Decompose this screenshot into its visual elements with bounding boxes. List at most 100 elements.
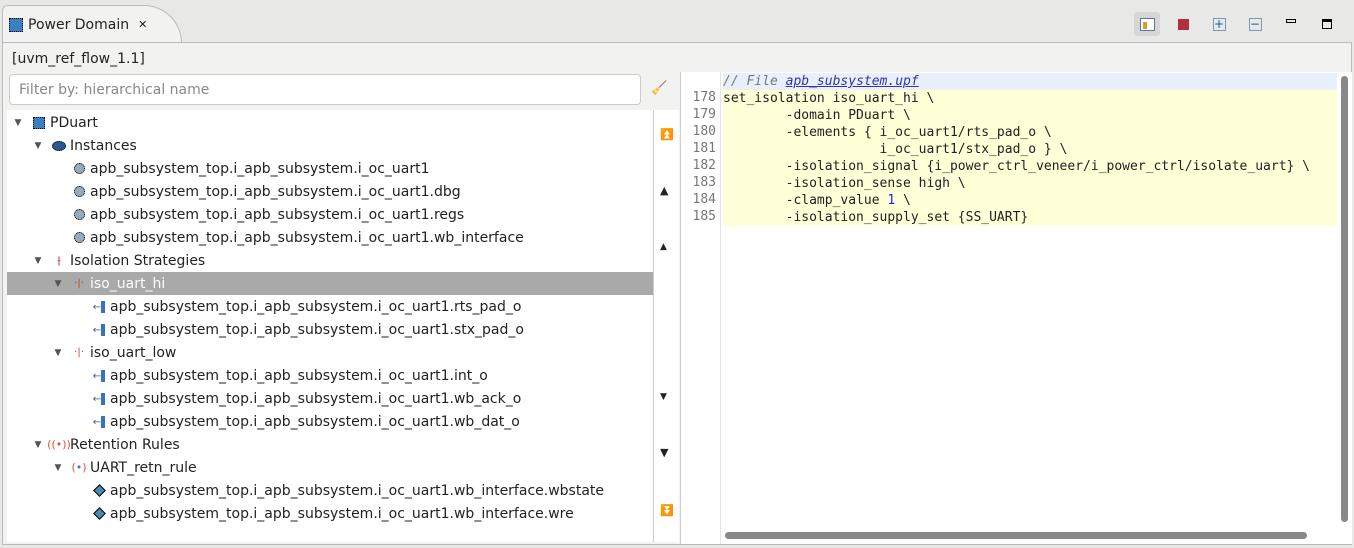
tree-item-label: apb_subsystem_top.i_apb_subsystem.i_oc_u… [110, 321, 524, 338]
instance-icon [72, 208, 86, 222]
expand-arrow-icon[interactable]: ▼ [52, 463, 64, 473]
code-text: \ [895, 193, 911, 208]
expand-all-button[interactable]: + [1206, 12, 1232, 36]
minimize-icon [1286, 19, 1296, 23]
tree-item[interactable]: apb_subsystem_top.i_apb_subsystem.i_oc_u… [7, 479, 653, 502]
tree-scroll-buttons: ⏫ ▲ ▲ ▼ ▼ ⏬ [653, 110, 679, 542]
port-icon: ← [92, 323, 106, 337]
instance-icon [72, 162, 86, 176]
tree-item[interactable]: apb_subsystem_top.i_apb_subsystem.i_oc_u… [7, 502, 653, 525]
tree-item[interactable]: ← apb_subsystem_top.i_apb_subsystem.i_oc_… [7, 364, 653, 387]
tree-item-label: iso_uart_hi [90, 275, 166, 292]
expand-arrow-icon[interactable]: ▼ [52, 279, 64, 289]
tree-item[interactable]: ← apb_subsystem_top.i_apb_subsystem.i_oc_… [7, 387, 653, 410]
tree-item-label: apb_subsystem_top.i_apb_subsystem.i_oc_u… [90, 229, 524, 246]
tree-item[interactable]: apb_subsystem_top.i_apb_subsystem.i_oc_u… [7, 180, 653, 203]
isolation-icon: ·|· [74, 278, 84, 289]
tree-item[interactable]: ▼ ·|· iso_uart_hi [7, 272, 653, 295]
tree-item[interactable]: ▼ ·|· iso_uart_low [7, 341, 653, 364]
power-domain-icon [32, 116, 46, 130]
scroll-up-icon[interactable]: ▲ [660, 242, 667, 252]
code-line: -domain PDuart \ [723, 107, 1337, 124]
tree-item-label: apb_subsystem_top.i_apb_subsystem.i_oc_u… [110, 390, 522, 407]
code-text: -clamp_value [723, 193, 888, 208]
expand-arrow-icon[interactable]: ▼ [32, 256, 44, 266]
tree-item-label: iso_uart_low [90, 344, 177, 361]
line-number: 182 [692, 158, 716, 173]
instance-icon [72, 185, 86, 199]
tree-item[interactable]: apb_subsystem_top.i_apb_subsystem.i_oc_u… [7, 203, 653, 226]
code-text: -elements { i_oc_uart1/rts_pad_o \ [723, 125, 1052, 140]
tree-item[interactable]: ▼ (•) UART_retn_rule [7, 456, 653, 479]
tab-power-domain[interactable]: Power Domain ✕ [2, 5, 182, 43]
tree-item-label: apb_subsystem_top.i_apb_subsystem.i_oc_u… [90, 183, 461, 200]
tree-item-label: Isolation Strategies [70, 252, 206, 269]
vertical-scrollbar[interactable] [1341, 76, 1348, 522]
page-up-icon[interactable]: ▲ [660, 184, 668, 197]
code-line: -isolation_sense high \ [723, 175, 1337, 192]
power-domain-tree: ▼ PDuart ▼ Instances apb_subsystem_top.i_apb… [7, 110, 653, 542]
tree-item-label: Retention Rules [70, 436, 180, 453]
show-info-button[interactable] [1134, 12, 1160, 36]
tree-item[interactable]: apb_subsystem_top.i_apb_subsystem.i_oc_u… [7, 157, 653, 180]
port-icon: ← [92, 300, 106, 314]
scroll-top-icon[interactable]: ⏫ [660, 128, 674, 141]
code-line: i_oc_uart1/stx_pad_o } \ [723, 141, 1337, 158]
stop-icon [1177, 18, 1189, 30]
stop-button[interactable] [1170, 12, 1196, 36]
tree-item[interactable]: ← apb_subsystem_top.i_apb_subsystem.i_oc_… [7, 295, 653, 318]
scroll-down-icon[interactable]: ▼ [660, 392, 667, 402]
line-number: 178 [692, 90, 716, 105]
tree-item[interactable]: ← apb_subsystem_top.i_apb_subsystem.i_oc_… [7, 318, 653, 341]
expand-arrow-icon[interactable]: ▼ [52, 348, 64, 358]
register-icon [92, 484, 106, 498]
code-line: -isolation_supply_set {SS_UART} [723, 209, 1337, 226]
maximize-icon [1322, 19, 1332, 29]
line-number: 181 [692, 141, 716, 156]
code-text: -isolation_signal {i_power_ctrl_veneer/i… [723, 159, 1310, 174]
code-text: set_isolation iso_uart_hi \ [723, 91, 935, 106]
upf-source-viewer[interactable]: 178 179 180 181 182 183 184 185 // File apb_sub… [680, 72, 1352, 544]
tree-item[interactable]: ← apb_subsystem_top.i_apb_subsystem.i_oc_… [7, 410, 653, 433]
clear-filter-icon[interactable]: 🧹 [651, 81, 667, 97]
expand-all-icon: + [1212, 16, 1226, 31]
tree-item-label: apb_subsystem_top.i_apb_subsystem.i_oc_u… [90, 206, 465, 223]
line-number-gutter: 178 179 180 181 182 183 184 185 [681, 72, 721, 544]
code-line: -elements { i_oc_uart1/rts_pad_o \ [723, 124, 1337, 141]
code-line: -isolation_signal {i_power_ctrl_veneer/i… [723, 158, 1337, 175]
isolation-strategies-icon: ⫲ [57, 253, 61, 267]
code-text: -domain PDuart \ [723, 108, 911, 123]
minimize-button[interactable] [1278, 12, 1304, 36]
expand-arrow-icon[interactable]: ▼ [32, 141, 44, 151]
instance-icon [72, 231, 86, 245]
tree-item[interactable]: apb_subsystem_top.i_apb_subsystem.i_oc_u… [7, 226, 653, 249]
file-header: // File apb_subsystem.upf [723, 73, 1337, 90]
code-line: -clamp_value 1 \ [723, 192, 1337, 209]
tree-item-label: apb_subsystem_top.i_apb_subsystem.i_oc_u… [110, 505, 574, 522]
tree-item[interactable]: ▼ ((•)) Retention Rules [7, 433, 653, 456]
filter-input[interactable] [9, 74, 641, 105]
view-tab-bar: Power Domain ✕ + − [0, 0, 1354, 43]
tree-item-label: apb_subsystem_top.i_apb_subsystem.i_oc_u… [110, 298, 522, 315]
context-label: [uvm_ref_flow_1.1] [12, 51, 145, 67]
tree-item[interactable]: ▼ PDuart [7, 111, 653, 134]
collapse-all-button[interactable]: − [1242, 12, 1268, 36]
file-link[interactable]: apb_subsystem.upf [786, 74, 919, 89]
close-icon[interactable]: ✕ [138, 18, 147, 31]
isolation-icon: ·|· [74, 347, 84, 358]
page-down-icon[interactable]: ▼ [660, 446, 668, 459]
code-line: set_isolation iso_uart_hi \ [723, 90, 1337, 107]
horizontal-scrollbar[interactable] [725, 532, 1307, 539]
line-number: 185 [692, 209, 716, 224]
maximize-button[interactable] [1314, 12, 1340, 36]
retention-icon: (•) [71, 461, 87, 474]
retention-rules-icon: ((•)) [47, 438, 71, 451]
tree-item-label: apb_subsystem_top.i_apb_subsystem.i_oc_u… [90, 160, 430, 177]
expand-arrow-icon[interactable]: ▼ [12, 118, 24, 128]
tree-item[interactable]: ▼ ⫲ Isolation Strategies [7, 249, 653, 272]
tree-item[interactable]: ▼ Instances [7, 134, 653, 157]
scroll-bottom-icon[interactable]: ⏬ [660, 504, 674, 517]
expand-arrow-icon[interactable]: ▼ [32, 440, 44, 450]
tree-item-label: UART_retn_rule [90, 459, 197, 476]
line-number: 184 [692, 192, 716, 207]
